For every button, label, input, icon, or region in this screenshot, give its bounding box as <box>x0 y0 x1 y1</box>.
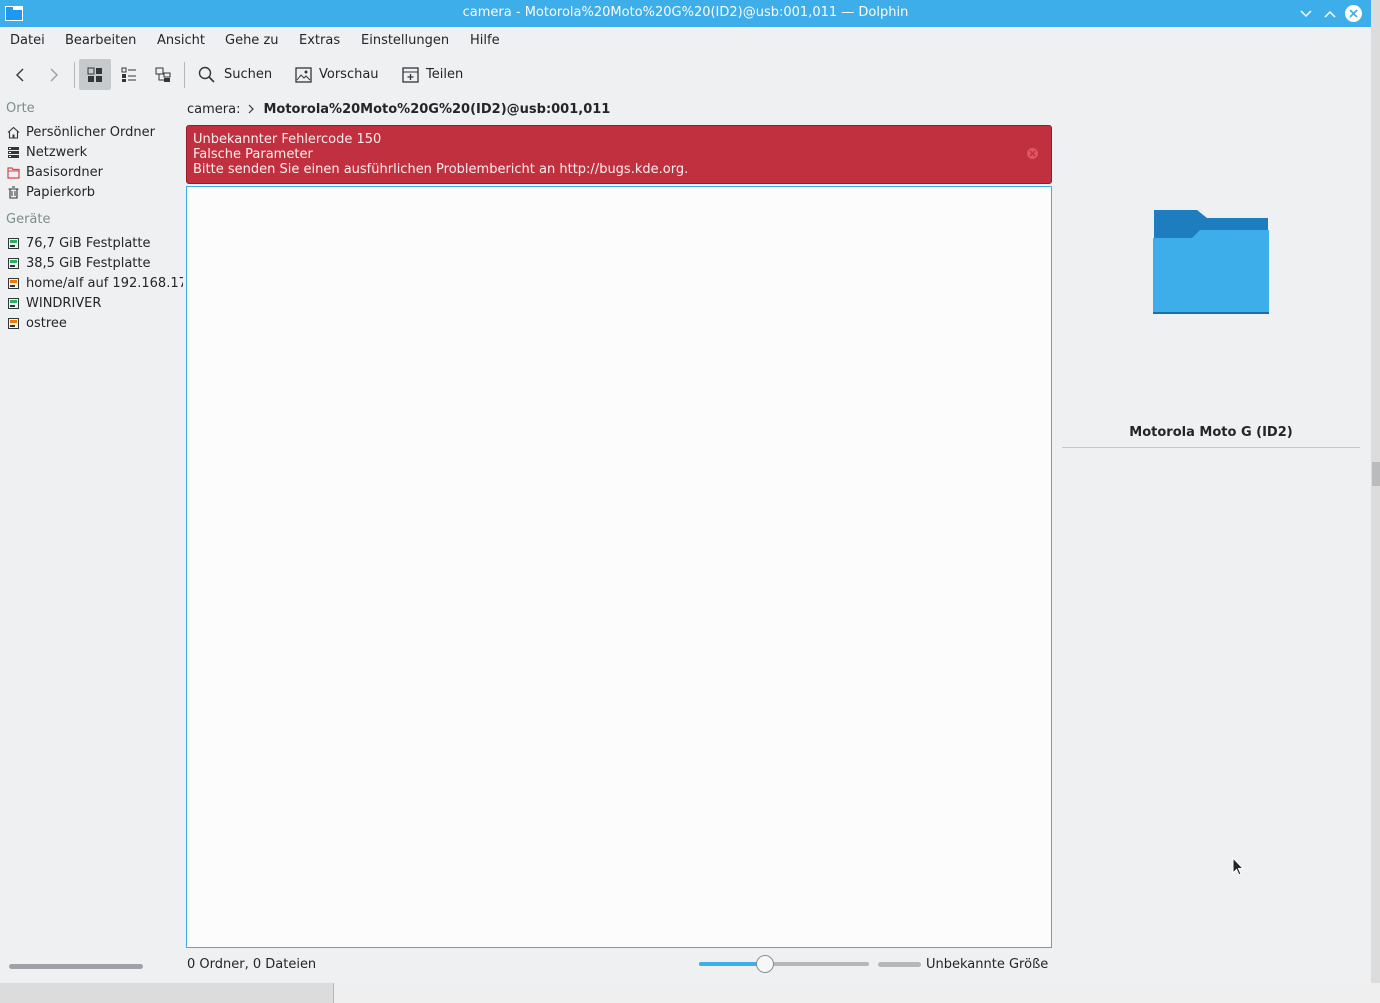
chevron-right-icon <box>50 68 58 81</box>
maximize-button[interactable] <box>1320 4 1339 23</box>
search-icon <box>198 66 215 83</box>
image-preview-icon <box>295 66 312 83</box>
mouse-cursor-icon <box>1232 857 1244 876</box>
back-button[interactable] <box>8 59 32 90</box>
device-item[interactable]: 76,7 GiB Festplatte <box>7 234 150 252</box>
device-item[interactable]: 38,5 GiB Festplatte <box>7 254 150 272</box>
preview-button[interactable]: Vorschau <box>295 59 379 90</box>
place-home[interactable]: Persönlicher Ordner <box>7 123 155 141</box>
zoom-slider-handle[interactable] <box>756 955 775 973</box>
window-title: camera - Motorola%20Moto%20G%20(ID2)@usb… <box>462 5 909 20</box>
maximize-icon <box>1323 10 1336 18</box>
file-view[interactable] <box>186 186 1052 948</box>
places-panel: Orte Persönlicher Ordner Netzwerk Basiso… <box>0 96 183 976</box>
minimize-icon <box>1299 9 1312 17</box>
device-label: 38,5 GiB Festplatte <box>26 255 151 271</box>
error-line: Unbekannter Fehlercode 150 <box>193 132 382 147</box>
breadcrumb-root[interactable]: camera: <box>187 102 240 117</box>
preview-label: Vorschau <box>319 67 379 82</box>
menu-bar: Datei Bearbeiten Ansicht Gehe zu Extras … <box>0 28 1371 54</box>
share-button[interactable]: Teilen <box>402 59 463 90</box>
network-icon <box>8 146 19 158</box>
compact-view-icon <box>121 67 136 82</box>
device-label: ostree <box>26 315 67 331</box>
place-network[interactable]: Netzwerk <box>7 143 87 161</box>
free-space-label: Unbekannte Größe <box>926 957 1049 972</box>
chevron-right-icon[interactable] <box>248 104 255 114</box>
folder-icon <box>1153 210 1269 314</box>
desktop-edge <box>1371 0 1380 1003</box>
zoom-slider[interactable] <box>699 955 869 973</box>
share-label: Teilen <box>426 67 464 82</box>
free-space-bar <box>878 962 921 967</box>
minimize-button[interactable] <box>1296 4 1315 23</box>
harddisk-icon <box>8 237 19 249</box>
menu-bearbeiten[interactable]: Bearbeiten <box>65 33 136 48</box>
share-icon <box>402 66 419 83</box>
home-icon <box>7 126 20 139</box>
network-drive-icon <box>8 277 19 289</box>
error-message: Unbekannter Fehlercode 150 Falsche Param… <box>186 125 1052 184</box>
close-button[interactable] <box>1344 4 1363 23</box>
forward-button[interactable] <box>42 59 66 90</box>
place-label: Netzwerk <box>26 144 88 160</box>
close-icon <box>1345 5 1362 22</box>
device-item[interactable]: WINDRIVER <box>7 294 101 312</box>
devices-header: Geräte <box>6 212 51 227</box>
toolbar-separator <box>74 62 75 88</box>
device-label: home/alf auf 192.168.17 <box>26 275 183 291</box>
breadcrumb: camera: Motorola%20Moto%20G%20(ID2)@usb:… <box>187 100 610 118</box>
close-error-button[interactable] <box>1027 148 1038 159</box>
info-item-name: Motorola Moto G (ID2) <box>1129 425 1293 440</box>
place-label: Papierkorb <box>26 184 96 200</box>
close-icon <box>1029 150 1036 157</box>
place-label: Persönlicher Ordner <box>26 124 155 140</box>
toolbar: Suchen Vorschau Teilen <box>0 56 1371 92</box>
place-root[interactable]: Basisordner <box>7 163 103 181</box>
place-label: Basisordner <box>26 164 103 180</box>
title-bar: camera - Motorola%20Moto%20G%20(ID2)@usb… <box>0 0 1371 27</box>
details-view-icon <box>155 67 171 82</box>
background-window-edge <box>1372 462 1380 486</box>
menu-hilfe[interactable]: Hilfe <box>470 33 500 48</box>
device-item[interactable]: home/alf auf 192.168.17 <box>7 274 183 292</box>
places-header: Orte <box>6 101 35 116</box>
icons-view-icon <box>87 67 102 82</box>
root-folder-icon <box>7 166 20 179</box>
device-label: 76,7 GiB Festplatte <box>26 235 151 251</box>
menu-ansicht[interactable]: Ansicht <box>157 33 205 48</box>
harddisk-icon <box>8 297 19 309</box>
status-summary: 0 Ordner, 0 Dateien <box>187 957 317 972</box>
dolphin-window: camera - Motorola%20Moto%20G%20(ID2)@usb… <box>0 0 1371 983</box>
network-drive-icon <box>8 317 19 329</box>
trash-icon <box>8 185 19 199</box>
menu-einstellungen[interactable]: Einstellungen <box>361 33 449 48</box>
search-button[interactable]: Suchen <box>198 59 272 90</box>
place-trash[interactable]: Papierkorb <box>7 183 95 201</box>
menu-extras[interactable]: Extras <box>299 33 340 48</box>
details-view-button[interactable] <box>147 59 179 90</box>
compact-view-button[interactable] <box>113 59 145 90</box>
error-line: Falsche Parameter <box>193 147 313 162</box>
info-divider <box>1062 447 1360 448</box>
error-line: Bitte senden Sie einen ausführlichen Pro… <box>193 162 689 177</box>
device-label: WINDRIVER <box>26 295 102 311</box>
toolbar-separator <box>184 62 185 88</box>
desktop-bottom <box>0 983 1380 1003</box>
menu-datei[interactable]: Datei <box>10 33 45 48</box>
menu-gehe-zu[interactable]: Gehe zu <box>225 33 279 48</box>
device-item[interactable]: ostree <box>7 314 67 332</box>
harddisk-icon <box>8 257 19 269</box>
breadcrumb-current[interactable]: Motorola%20Moto%20G%20(ID2)@usb:001,011 <box>263 102 610 117</box>
chevron-left-icon <box>16 68 24 81</box>
sidebar-horizontal-scrollbar[interactable] <box>9 964 143 969</box>
search-label: Suchen <box>224 67 273 82</box>
icons-view-button[interactable] <box>79 59 111 90</box>
